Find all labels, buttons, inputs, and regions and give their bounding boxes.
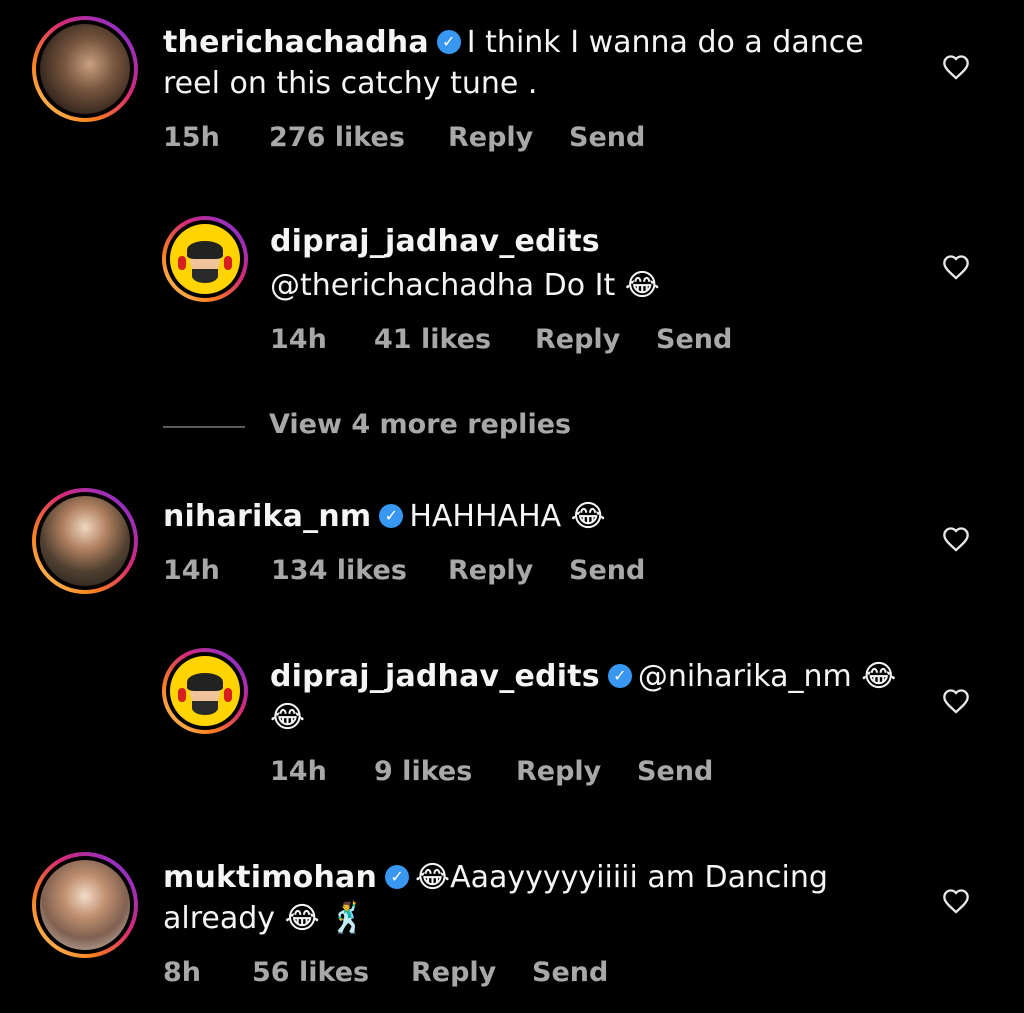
reply-button[interactable]: Reply: [448, 555, 533, 586]
reply-button[interactable]: Reply: [411, 957, 496, 988]
send-button[interactable]: Send: [569, 122, 645, 153]
send-button[interactable]: Send: [637, 756, 713, 787]
verified-badge-icon: ✓: [436, 29, 461, 54]
comment-time: 15h: [163, 122, 220, 153]
likes-count[interactable]: 134 likes: [271, 555, 407, 586]
avatar[interactable]: [32, 16, 138, 122]
comment-text: @therichachadha Do It 😂: [270, 268, 660, 303]
verified-badge-icon: ✓: [385, 864, 410, 889]
likes-count[interactable]: 276 likes: [269, 122, 405, 153]
verified-badge-icon: ✓: [607, 663, 632, 688]
likes-count[interactable]: 41 likes: [374, 324, 491, 355]
reply-button[interactable]: Reply: [448, 122, 533, 153]
comment-time: 14h: [270, 324, 327, 355]
comment-text: HAHHAHA 😂: [409, 499, 606, 534]
heart-outline-icon[interactable]: [942, 526, 970, 552]
comment-time: 14h: [270, 756, 327, 787]
likes-count[interactable]: 9 likes: [374, 756, 472, 787]
avatar[interactable]: [32, 488, 138, 594]
comment-time: 14h: [163, 555, 220, 586]
profile-cartoon: [170, 656, 240, 726]
username[interactable]: therichachadha: [163, 25, 429, 60]
view-more-replies-label[interactable]: View 4 more replies: [269, 409, 571, 440]
heart-outline-icon[interactable]: [942, 54, 970, 80]
divider: [163, 426, 245, 428]
username[interactable]: dipraj_jadhav_edits: [270, 659, 600, 694]
avatar[interactable]: [32, 852, 138, 958]
heart-outline-icon[interactable]: [942, 888, 970, 914]
profile-photo: [40, 24, 130, 114]
username[interactable]: muktimohan: [163, 860, 377, 895]
reply-button[interactable]: Reply: [516, 756, 601, 787]
profile-photo: [40, 496, 130, 586]
send-button[interactable]: Send: [532, 957, 608, 988]
username[interactable]: niharika_nm: [163, 499, 371, 534]
profile-cartoon: [170, 224, 240, 294]
comment-time: 8h: [163, 957, 202, 988]
avatar[interactable]: [162, 216, 248, 302]
username[interactable]: dipraj_jadhav_edits: [270, 224, 600, 259]
verified-badge-icon: ✓: [379, 503, 404, 528]
heart-outline-icon[interactable]: [942, 254, 970, 280]
likes-count[interactable]: 56 likes: [252, 957, 369, 988]
send-button[interactable]: Send: [656, 324, 732, 355]
send-button[interactable]: Send: [569, 555, 645, 586]
avatar[interactable]: [162, 648, 248, 734]
heart-outline-icon[interactable]: [942, 688, 970, 714]
profile-photo: [40, 860, 130, 950]
reply-button[interactable]: Reply: [535, 324, 620, 355]
